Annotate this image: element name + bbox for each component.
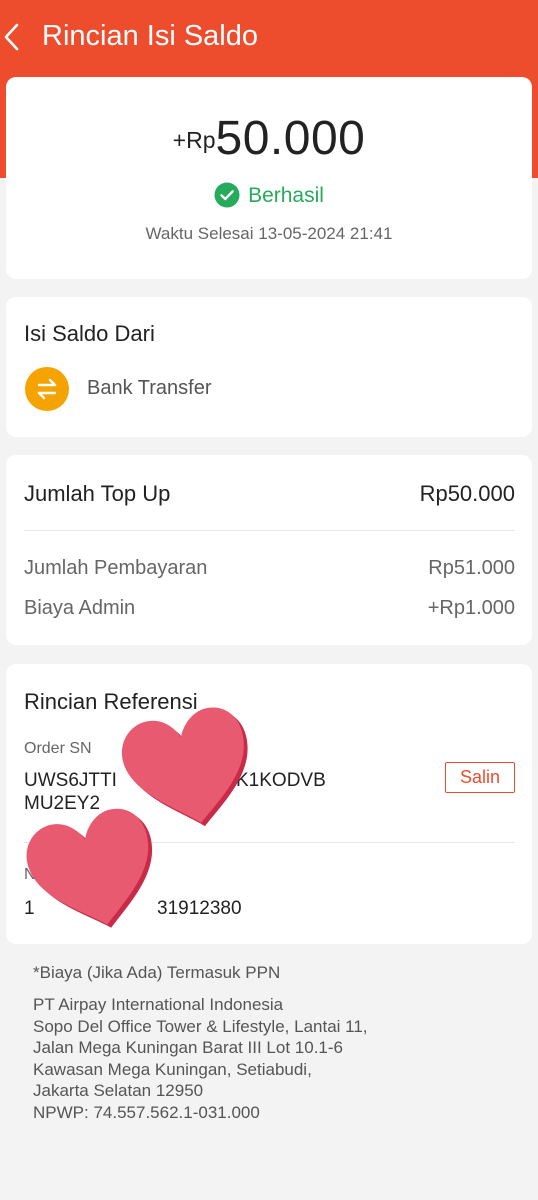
topup-source-card: Isi Saldo Dari Bank Transfer: [6, 297, 532, 437]
divider: [24, 530, 515, 531]
amount-display: +Rp50.000: [6, 111, 532, 166]
order-sn-value-line2: MU2EY2: [24, 793, 101, 814]
topup-amount-label: Jumlah Top Up: [24, 481, 171, 506]
address-line: Kawasan Mega Kuningan, Setiabudi,: [33, 1059, 312, 1079]
reference-section-title: Rincian Referensi: [24, 689, 198, 714]
topup-amount-value: Rp50.000: [419, 481, 515, 506]
transfer-arrows-icon: [25, 367, 69, 411]
back-button[interactable]: [2, 19, 22, 55]
chevron-left-icon: [4, 23, 19, 51]
order-sn-label: Order SN: [24, 740, 92, 757]
topup-amount-card: Jumlah Top Up Rp50.000 Jumlah Pembayaran…: [6, 455, 532, 645]
second-reference-value-end: 31912380: [157, 898, 242, 919]
admin-fee-value: +Rp1.000: [427, 597, 515, 619]
reference-details-card: Rincian Referensi Order SN UWS6JTTI K1KO…: [6, 664, 532, 944]
payment-amount-value: Rp51.000: [428, 557, 515, 579]
source-section-title: Isi Saldo Dari: [24, 321, 155, 346]
order-sn-value-line1-start: UWS6JTTI: [24, 770, 117, 791]
divider: [24, 842, 515, 843]
second-reference-label: N: [24, 866, 36, 883]
amount-value: 50.000: [215, 112, 366, 165]
check-circle-icon: [214, 182, 240, 208]
tax-id: NPWP: 74.557.562.1-031.000: [33, 1102, 260, 1122]
payment-method-label: Bank Transfer: [87, 377, 212, 399]
company-address: PT Airpay International Indonesia Sopo D…: [33, 994, 513, 1123]
payment-amount-label: Jumlah Pembayaran: [24, 557, 208, 579]
footer-info: *Biaya (Jika Ada) Termasuk PPN PT Airpay…: [33, 962, 513, 1123]
fee-note: *Biaya (Jika Ada) Termasuk PPN: [33, 963, 281, 982]
page-title: Rincian Isi Saldo: [42, 20, 258, 52]
status-row: Berhasil: [6, 182, 532, 208]
address-line: Sopo Del Office Tower & Lifestyle, Lanta…: [33, 1016, 368, 1036]
amount-prefix: +Rp: [172, 127, 216, 153]
amount-summary-card: +Rp50.000 Berhasil Waktu Selesai 13-05-2…: [6, 77, 532, 279]
address-line: Jakarta Selatan 12950: [33, 1081, 204, 1100]
copy-order-sn-button[interactable]: Salin: [445, 762, 515, 793]
admin-fee-label: Biaya Admin: [24, 597, 136, 619]
address-line: Jalan Mega Kuningan Barat III Lot 10.1-6: [33, 1038, 343, 1057]
completion-time: Waktu Selesai 13-05-2024 21:41: [145, 224, 393, 243]
second-reference-value-start: 1: [24, 898, 35, 919]
order-sn-value-line1-end: K1KODVB: [236, 770, 326, 791]
app-header: Rincian Isi Saldo: [0, 0, 538, 74]
status-label: Berhasil: [248, 184, 324, 207]
company-name: PT Airpay International Indonesia: [33, 995, 284, 1014]
